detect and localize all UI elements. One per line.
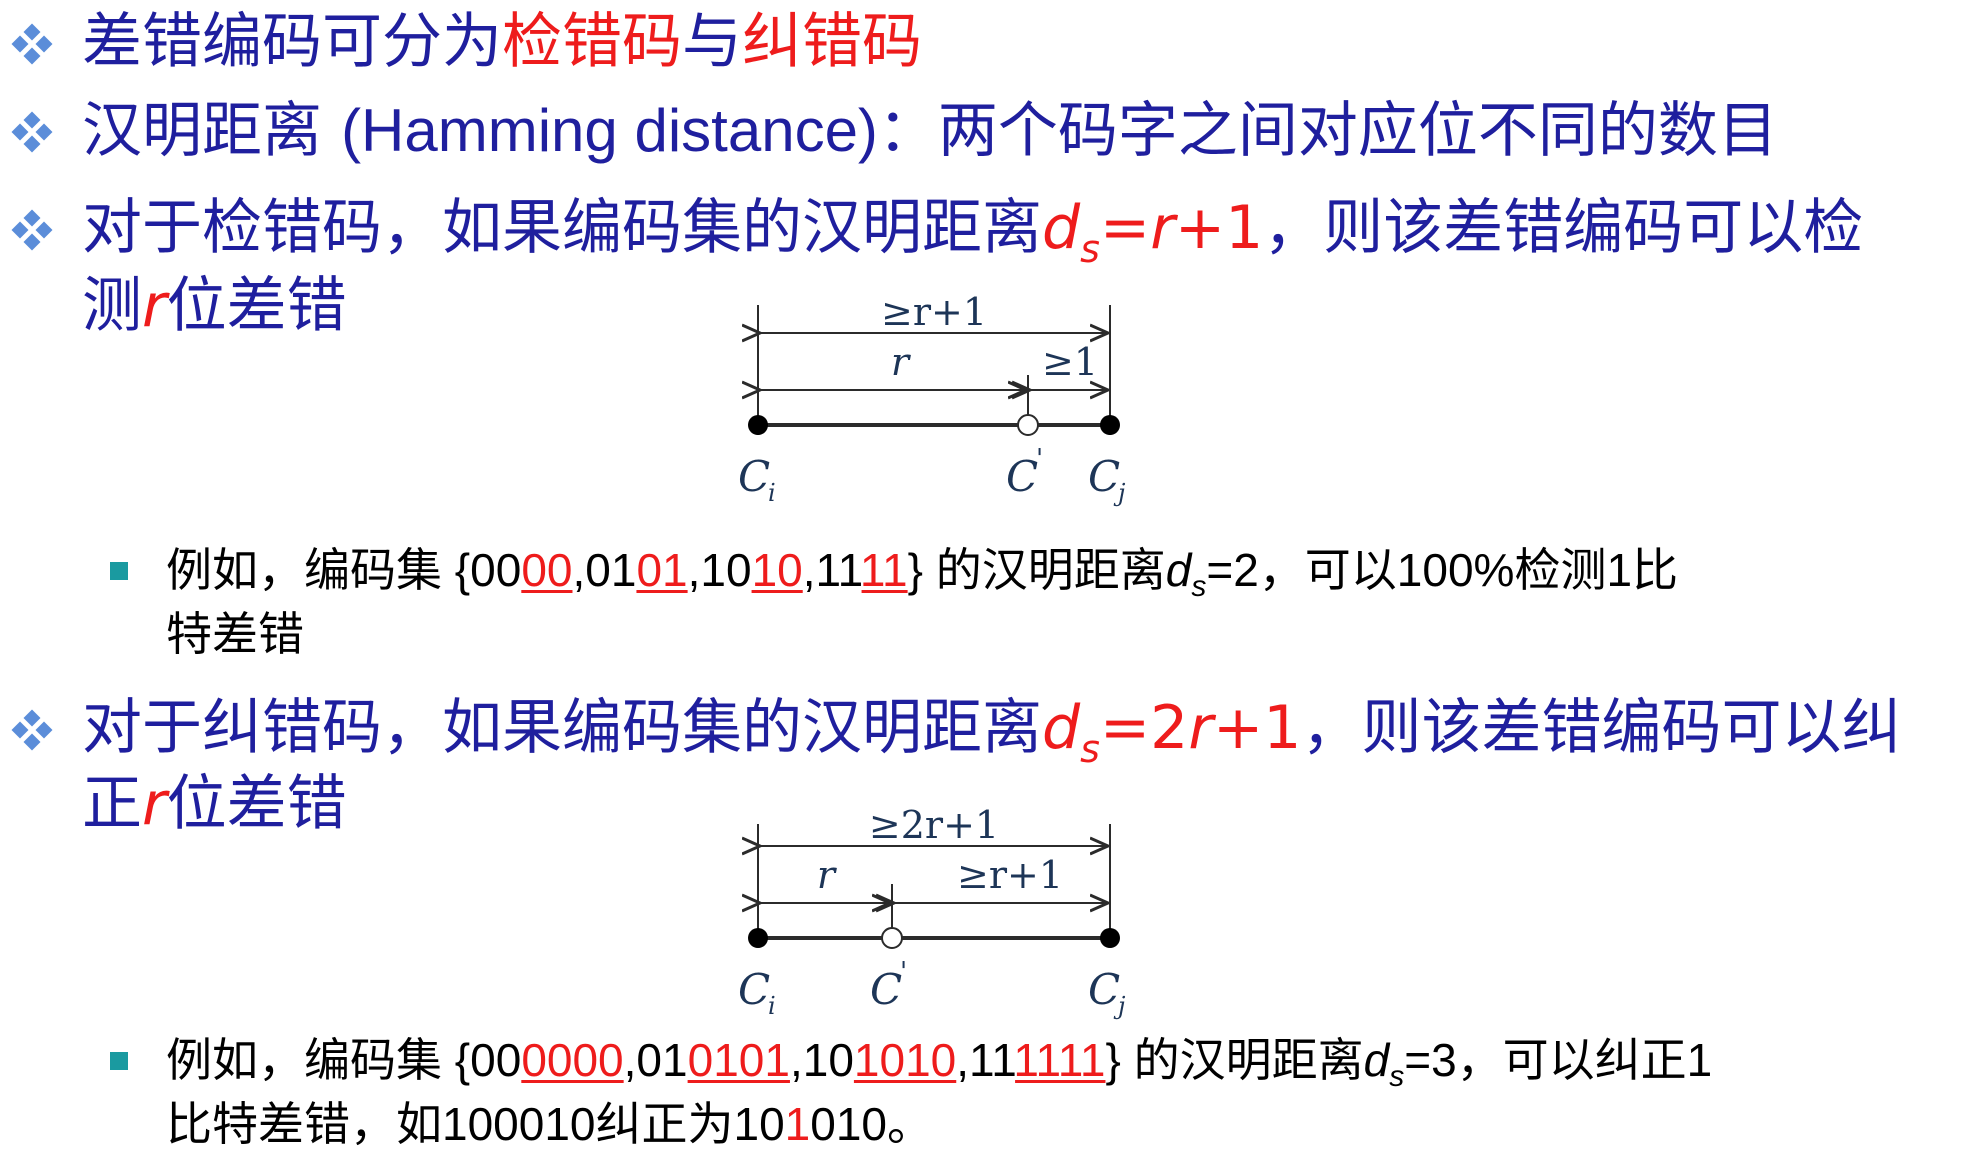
ge1-label: ≥1 bbox=[1042, 340, 1098, 384]
text: ，则该差错编码可以检 bbox=[1263, 193, 1864, 263]
diamond-bullet-icon bbox=[11, 209, 53, 251]
text: ，则该差错编码可以纠 bbox=[1301, 693, 1902, 763]
text: (Hamming distance) bbox=[341, 97, 878, 164]
example-1-cont: 特差错 bbox=[166, 604, 304, 664]
formula: r bbox=[142, 769, 167, 839]
text: ,11 bbox=[802, 544, 862, 596]
underlined-bits: 0101 bbox=[687, 1034, 790, 1086]
formula: = bbox=[1099, 193, 1151, 263]
text: 对于纠错码，如果编码集的汉明距离 bbox=[82, 693, 1042, 763]
square-bullet-icon bbox=[110, 562, 128, 580]
cprime-label: C bbox=[1006, 452, 1038, 501]
text: 例如，编码集 {00 bbox=[166, 544, 522, 596]
text: ,01 bbox=[623, 1034, 688, 1086]
text: } 的汉明距离 bbox=[907, 544, 1166, 596]
cj-dot bbox=[1100, 415, 1120, 435]
bullet-line-2: 汉明距离 (Hamming distance)：两个码字之间对应位不同的数目 bbox=[82, 95, 1778, 167]
ci-label: C bbox=[738, 452, 770, 501]
formula: s bbox=[1191, 570, 1207, 603]
ci-dot bbox=[748, 928, 768, 948]
text: } 的汉明距离 bbox=[1105, 1034, 1364, 1086]
text: 位差错 bbox=[166, 769, 347, 839]
cj-dot bbox=[1100, 928, 1120, 948]
text: 对于检错码，如果编码集的汉明距离 bbox=[82, 193, 1042, 263]
text: 正 bbox=[82, 769, 142, 839]
example-1: 例如，编码集 {0000,0101,1010,1111} 的汉明距离ds=2，可… bbox=[166, 540, 1678, 617]
formula: r bbox=[1150, 193, 1175, 263]
underlined-bits: 10 bbox=[751, 544, 803, 596]
bullet-line-1: 差错编码可分为检错码与纠错码 bbox=[82, 6, 922, 78]
text: 010。 bbox=[810, 1098, 934, 1150]
ci-dot bbox=[748, 415, 768, 435]
diamond-bullet-icon bbox=[11, 111, 53, 153]
ci-sub: i bbox=[768, 992, 776, 1020]
text: ：两个码字之间对应位不同的数目 bbox=[877, 96, 1778, 166]
formula: =2 bbox=[1099, 693, 1189, 763]
text: 测 bbox=[82, 271, 142, 341]
bullet-line-4: 对于纠错码，如果编码集的汉明距离ds=2r+1，则该差错编码可以纠 bbox=[82, 692, 1901, 785]
text: ,01 bbox=[572, 544, 637, 596]
text: 比特差错，如100010纠正为10 bbox=[166, 1098, 785, 1150]
hamming-distance-correct-diagram: ≥2r+1 r ≥r+1 C i C ' C j bbox=[738, 803, 1126, 1020]
cprime-dot bbox=[881, 927, 903, 949]
formula: d bbox=[1363, 1034, 1390, 1086]
r-label: r bbox=[817, 853, 838, 897]
text: =2，可以100%检测1比 bbox=[1206, 544, 1679, 596]
formula: s bbox=[1080, 727, 1100, 771]
ci-sub: i bbox=[768, 479, 776, 507]
r-label: r bbox=[891, 340, 912, 384]
error-detecting-code: 检错码 bbox=[502, 7, 682, 77]
text: ,10 bbox=[789, 1034, 854, 1086]
underlined-bits: 0000 bbox=[521, 1034, 624, 1086]
cj-label: C bbox=[1088, 965, 1120, 1014]
cprime-sup: ' bbox=[1036, 444, 1043, 474]
top-label: ≥2r+1 bbox=[869, 803, 999, 847]
formula: s bbox=[1080, 227, 1100, 271]
bullet-line-3: 对于检错码，如果编码集的汉明距离ds=r+1，则该差错编码可以检 bbox=[82, 192, 1863, 285]
underlined-bits: 00 bbox=[521, 544, 573, 596]
formula: d bbox=[1165, 544, 1192, 596]
formula: s bbox=[1389, 1060, 1405, 1093]
formula: d bbox=[1042, 193, 1081, 263]
cprime-label: C bbox=[870, 965, 902, 1014]
cj-label: C bbox=[1088, 452, 1120, 501]
error-correcting-code: 纠错码 bbox=[742, 7, 922, 77]
underlined-bits: 1111 bbox=[1015, 1034, 1106, 1086]
ci-label: C bbox=[738, 965, 770, 1014]
text: 与 bbox=[682, 7, 742, 77]
square-bullet-icon bbox=[110, 1052, 128, 1070]
cprime-sup: ' bbox=[900, 957, 907, 987]
top-label: ≥r+1 bbox=[881, 295, 987, 334]
formula: r bbox=[142, 271, 167, 341]
diamond-bullet-icon bbox=[11, 23, 53, 65]
text: 差错编码可分为 bbox=[82, 7, 502, 77]
formula: d bbox=[1042, 693, 1081, 763]
cprime-dot bbox=[1017, 414, 1039, 436]
corrected-bit: 1 bbox=[784, 1098, 811, 1150]
text: 特差错 bbox=[166, 608, 304, 660]
diamond-bullet-icon bbox=[11, 709, 53, 751]
formula: +1 bbox=[1213, 693, 1302, 763]
example-2-cont: 比特差错，如100010纠正为101010。 bbox=[166, 1094, 933, 1154]
text: 位差错 bbox=[166, 271, 347, 341]
text: ,11 bbox=[956, 1034, 1016, 1086]
text: ,10 bbox=[687, 544, 752, 596]
text: =3，可以纠正1 bbox=[1404, 1034, 1713, 1086]
bullet-line-4-cont: 正r位差错 bbox=[82, 768, 347, 840]
hamming-distance-detect-diagram: ≥r+1 r ≥1 C i C ' C j bbox=[738, 295, 1126, 507]
text: 汉明距离 bbox=[82, 96, 342, 166]
underlined-bits: 01 bbox=[636, 544, 688, 596]
underlined-bits: 11 bbox=[861, 544, 908, 596]
bullet-line-3-cont: 测r位差错 bbox=[82, 270, 347, 342]
formula: +1 bbox=[1174, 193, 1264, 263]
underlined-bits: 1010 bbox=[853, 1034, 957, 1086]
text: 例如，编码集 {00 bbox=[166, 1034, 522, 1086]
formula: r bbox=[1188, 693, 1214, 763]
ge-r1-label: ≥r+1 bbox=[957, 853, 1063, 897]
